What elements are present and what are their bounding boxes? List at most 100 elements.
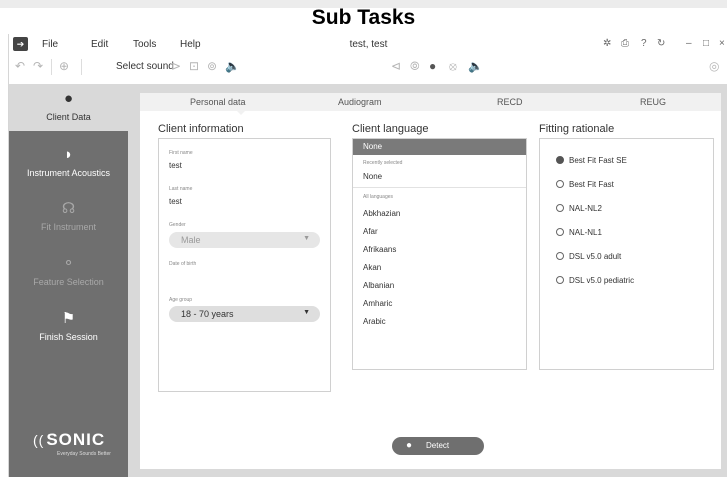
tab-reug[interactable]: REUG: [640, 97, 666, 107]
right-gutter: [721, 84, 727, 477]
redo-icon[interactable]: ↷: [33, 59, 43, 73]
hearing-aid-icon: ◗: [63, 146, 74, 163]
detect-label: Detect: [426, 441, 450, 450]
detect-button[interactable]: ● Detect: [392, 437, 484, 455]
sidebar-item-label: Client Data: [46, 112, 91, 122]
page-caption: Sub Tasks: [311, 6, 416, 29]
sidebar-item-label: Instrument Acoustics: [26, 168, 111, 178]
list-item[interactable]: Afar: [363, 227, 378, 236]
record-icon[interactable]: ⊚: [207, 59, 217, 73]
last-name-field[interactable]: test: [169, 197, 182, 206]
sidebar-item-label: Feature Selection: [33, 277, 104, 287]
fitting-rationale-title: Fitting rationale: [539, 123, 615, 135]
radio-label: Best Fit Fast SE: [569, 156, 627, 165]
app-window: ➔ File Edit Tools Help test, test ✲ ⎙ ? …: [8, 34, 727, 477]
help-icon[interactable]: ?: [641, 38, 647, 49]
radio-dot: [556, 156, 564, 164]
select-sound-label[interactable]: Select sound: [116, 61, 174, 72]
selected-language[interactable]: None: [353, 139, 526, 155]
list-item[interactable]: Amharic: [363, 299, 392, 308]
flag-icon: ⚑: [61, 310, 76, 327]
radio-best-fit-fast-se[interactable]: Best Fit Fast SE: [556, 156, 627, 165]
age-group-dropdown[interactable]: 18 - 70 years ▼: [169, 306, 320, 322]
radio-dsl-adult[interactable]: DSL v5.0 adult: [556, 252, 621, 261]
menu-bar: ➔ File Edit Tools Help test, test ✲ ⎙ ? …: [9, 34, 727, 54]
toolbar-separator: [81, 59, 82, 75]
cat-icon: ●: [406, 440, 413, 451]
content-panel: Personal data Audiogram RECD REUG Client…: [140, 93, 721, 469]
radio-dot: [556, 180, 564, 188]
close-icon[interactable]: ×: [719, 38, 725, 49]
first-name-field[interactable]: test: [169, 161, 182, 170]
brand-tagline: Everyday Sounds Better: [57, 451, 111, 457]
radio-best-fit-fast[interactable]: Best Fit Fast: [556, 180, 614, 189]
radio-label: NAL-NL2: [569, 204, 602, 213]
list-item[interactable]: Afrikaans: [363, 245, 396, 254]
gender-dropdown: Male ▼: [169, 232, 320, 248]
target-icon[interactable]: ⊕: [59, 59, 69, 73]
sidebar-item-label: Fit Instrument: [40, 222, 96, 232]
client-language-list: None Recently selected None All language…: [352, 138, 527, 370]
tab-personal-data[interactable]: Personal data: [190, 97, 246, 107]
toolbar-separator: [51, 59, 52, 75]
sidebar-item-label: Finish Session: [39, 332, 98, 342]
toolbar: ↶ ↷ ⊕ Select sound ⊳ ⊡ ⊚ 🔈 ⊲ ⦾ ● ⦻ 🔈 ◎: [9, 54, 727, 84]
cat-icon[interactable]: ●: [429, 59, 436, 73]
chevron-down-icon: ▼: [303, 235, 310, 242]
list-item[interactable]: Abkhazian: [363, 209, 400, 218]
brand-name: SONIC: [46, 430, 106, 449]
minimize-icon[interactable]: –: [686, 38, 692, 49]
speaker-icon[interactable]: 🔈: [225, 59, 240, 73]
sidebar-item-fit-instrument[interactable]: ☊ Fit Instrument: [9, 194, 128, 244]
radio-nal-nl1[interactable]: NAL-NL1: [556, 228, 602, 237]
recent-languages-label: Recently selected: [363, 160, 403, 166]
radio-label: NAL-NL1: [569, 228, 602, 237]
maximize-icon[interactable]: □: [703, 38, 709, 49]
fit-icon: ☊: [61, 200, 76, 217]
speaker-icon[interactable]: 🔈: [468, 59, 483, 73]
radio-dot: [556, 276, 564, 284]
user-icon: ●: [63, 90, 74, 107]
play-icon[interactable]: ⊳: [171, 59, 181, 73]
first-name-label: First name: [169, 150, 193, 156]
list-divider: [353, 187, 526, 188]
radio-label: DSL v5.0 pediatric: [569, 276, 635, 285]
list-item[interactable]: None: [363, 172, 382, 181]
age-group-value: 18 - 70 years: [181, 309, 234, 319]
refresh-icon[interactable]: ↻: [657, 38, 665, 49]
gender-value: Male: [181, 235, 201, 245]
sidebar-item-instrument-acoustics[interactable]: ◗ Instrument Acoustics: [9, 140, 128, 190]
list-item[interactable]: Arabic: [363, 317, 386, 326]
active-tab-pointer: [236, 110, 246, 115]
client-info-box: First name test Last name test Gender Ma…: [158, 138, 331, 392]
tab-bar: Personal data Audiogram RECD REUG: [140, 93, 721, 111]
client-language-title: Client language: [352, 123, 429, 135]
gender-label: Gender: [169, 222, 186, 228]
gear-icon[interactable]: ✲: [603, 38, 611, 49]
chevron-down-icon: ▼: [303, 309, 310, 316]
stop-icon[interactable]: ⊡: [189, 59, 199, 73]
radio-nal-nl2[interactable]: NAL-NL2: [556, 204, 602, 213]
wireless-icon[interactable]: ◎: [709, 59, 719, 73]
radio-dot: [556, 252, 564, 260]
dob-label: Date of birth: [169, 261, 197, 267]
left-arrow-icon[interactable]: ⊲: [391, 59, 401, 73]
tab-recd[interactable]: RECD: [497, 97, 523, 107]
tab-audiogram[interactable]: Audiogram: [338, 97, 382, 107]
radio-dot: [556, 228, 564, 236]
sidebar-item-client-data[interactable]: ● Client Data: [9, 84, 128, 134]
radio-dsl-pediatric[interactable]: DSL v5.0 pediatric: [556, 276, 634, 285]
list-item[interactable]: Akan: [363, 263, 381, 272]
print-icon[interactable]: ⎙: [621, 38, 629, 49]
sidebar-item-finish-session[interactable]: ⚑ Finish Session: [9, 304, 128, 354]
all-languages-label: All languages: [363, 194, 394, 200]
sidebar-item-feature-selection[interactable]: ⚬ Feature Selection: [9, 249, 128, 299]
list-item[interactable]: Albanian: [363, 281, 394, 290]
undo-icon[interactable]: ↶: [15, 59, 25, 73]
ear-icon[interactable]: ⦾: [410, 59, 420, 74]
feature-icon: ⚬: [62, 255, 75, 272]
sound-wave-icon: ((: [33, 432, 45, 448]
brand-logo: ((SONIC Everyday Sounds Better: [33, 430, 111, 457]
ear-muted-icon[interactable]: ⦻: [449, 59, 457, 74]
sidebar: ● Client Data ◗ Instrument Acoustics ☊ F…: [9, 84, 128, 477]
